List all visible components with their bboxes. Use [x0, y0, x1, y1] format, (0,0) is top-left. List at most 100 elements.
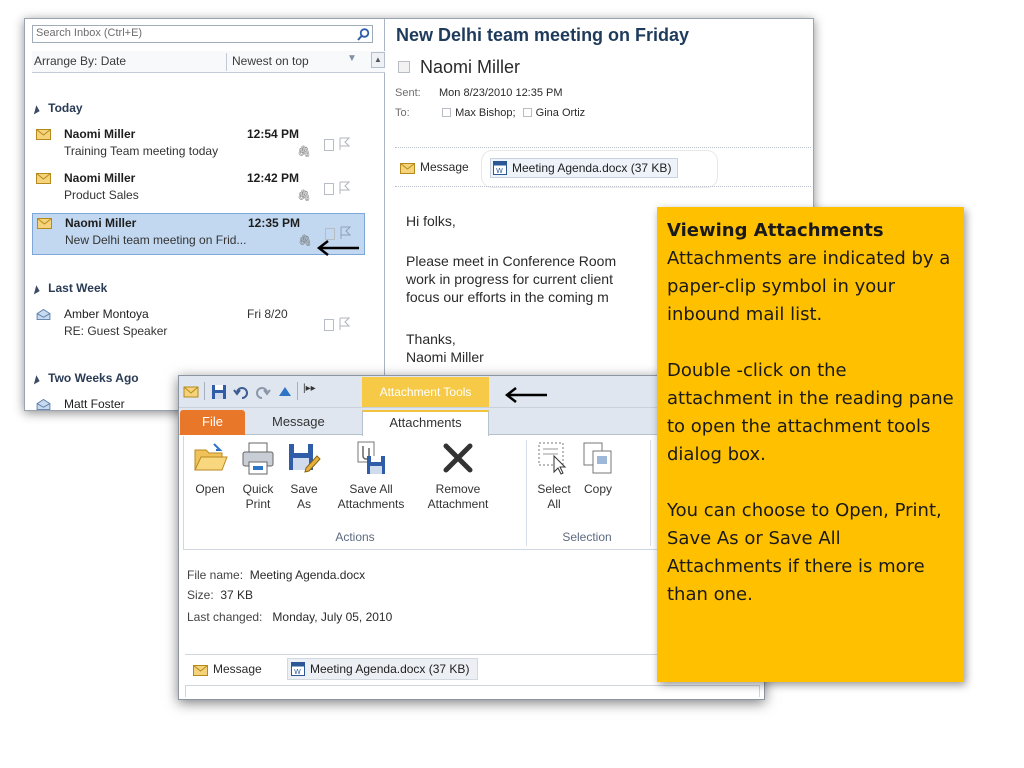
recipient-presence-box [522, 108, 532, 117]
message-tab[interactable]: Message [400, 160, 469, 174]
copy-icon [583, 442, 612, 474]
mail-sender: Matt Foster [64, 397, 125, 411]
message-sender[interactable]: Naomi Miller [420, 57, 520, 78]
printer-icon [242, 442, 274, 475]
select-all-button[interactable]: Select All [534, 440, 574, 512]
search-icon[interactable] [357, 28, 370, 41]
open-envelope-icon [36, 309, 51, 320]
open-envelope-icon [36, 399, 51, 410]
quick-print-button[interactable]: Quick Print [236, 440, 280, 512]
group-header-last-week[interactable]: ◢ Last Week [30, 281, 107, 295]
redo-icon[interactable] [255, 384, 271, 400]
mail-time: 12:42 PM [247, 171, 300, 185]
body-line: Please meet in Conference Room [406, 253, 617, 269]
envelope-icon [36, 173, 51, 184]
instruction-callout: Viewing Attachments Attachments are indi… [657, 207, 964, 682]
divider [650, 440, 651, 546]
to-line: To: Max Bishop; Gina Ortiz [395, 107, 586, 119]
divider [395, 186, 811, 187]
search-input[interactable]: Search Inbox (Ctrl+E) [32, 25, 373, 43]
collapse-triangle-icon: ◢ [30, 104, 40, 115]
mail-subject: Training Team meeting today [64, 144, 219, 158]
copy-button[interactable]: Copy [578, 440, 618, 497]
sort-order-button[interactable]: Newest on top [232, 54, 309, 68]
group-header-today[interactable]: ◢ Today [30, 101, 82, 115]
flag-icon[interactable] [338, 137, 350, 151]
flag-icon[interactable] [338, 181, 350, 195]
word-document-icon: W [291, 662, 305, 676]
attachment-chip[interactable]: W Meeting Agenda.docx (37 KB) [287, 658, 479, 680]
body-signoff: Thanks, [406, 331, 456, 347]
attachment-chip[interactable]: W Meeting Agenda.docx (37 KB) [490, 158, 679, 178]
envelope-icon [36, 129, 51, 140]
message-subject: New Delhi team meeting on Friday [396, 25, 690, 45]
mail-item[interactable]: Naomi Miller 12:54 PM Training Team meet… [32, 125, 365, 167]
category-box[interactable] [325, 228, 335, 240]
mail-item[interactable]: Amber Montoya Fri 8/20 RE: Guest Speaker [32, 305, 365, 347]
divider [226, 53, 227, 71]
flag-icon[interactable] [338, 317, 350, 331]
tab-file[interactable]: File [180, 410, 245, 435]
envelope-icon [37, 218, 52, 229]
recipient[interactable]: Max Bishop; [455, 107, 516, 119]
body-signature: Naomi Miller [406, 349, 484, 365]
mail-subject: RE: Guest Speaker [64, 324, 168, 338]
select-all-icon [538, 442, 567, 475]
tab-message[interactable]: Message [272, 414, 325, 429]
save-as-button[interactable]: Save As [284, 440, 324, 512]
divider [297, 382, 298, 400]
group-header-two-weeks-ago[interactable]: ◢ Two Weeks Ago [30, 371, 138, 385]
category-box[interactable] [324, 319, 334, 331]
left-arrow-icon [316, 240, 359, 256]
divider [526, 440, 527, 546]
flag-icon[interactable] [339, 226, 351, 240]
chevron-down-icon[interactable]: ▼ [347, 53, 357, 64]
left-arrow-icon [504, 387, 547, 403]
size-line: Size: 37 KB [187, 588, 254, 602]
word-document-icon: W [493, 161, 507, 175]
message-tab[interactable]: Message [193, 662, 262, 676]
divider [204, 382, 205, 400]
recipient[interactable]: Gina Ortiz [536, 107, 586, 119]
scroll-up-button[interactable]: ▲ [371, 52, 385, 68]
mail-item[interactable]: Naomi Miller 12:42 PM Product Sales 🖇 [32, 169, 365, 211]
callout-paragraph: Double -click on the attachment in the r… [667, 360, 954, 465]
mail-time: 12:35 PM [248, 216, 301, 230]
paperclip-icon: 🖇 [297, 146, 311, 158]
save-icon[interactable] [211, 384, 227, 400]
remove-attachment-button[interactable]: Remove Attachment [416, 440, 500, 512]
mail-sender: Naomi Miller [64, 127, 136, 141]
mail-sender: Amber Montoya [64, 307, 149, 321]
paperclip-icon: 🖇 [297, 190, 311, 202]
tab-attachments[interactable]: Attachments [362, 410, 489, 436]
recipient-presence-box [442, 108, 452, 117]
paperclip-icon: 🖇 [298, 235, 312, 247]
sent-line: Sent: Mon 8/23/2010 12:35 PM [395, 87, 563, 99]
collapse-triangle-icon: ◢ [30, 374, 40, 385]
open-button[interactable]: Open [190, 440, 230, 497]
undo-icon[interactable] [233, 384, 249, 400]
envelope-icon [183, 386, 199, 398]
category-box[interactable] [324, 139, 334, 151]
more-commands-icon[interactable]: |▸▸ [303, 383, 316, 394]
remove-x-icon [443, 443, 473, 473]
svg-text:W: W [496, 167, 503, 175]
up-arrow-icon[interactable] [277, 384, 293, 400]
save-all-attachments-button[interactable]: Save All Attachments [328, 440, 414, 512]
arrange-by-button[interactable]: Arrange By: Date [34, 54, 126, 68]
file-name-line: File name: Meeting Agenda.docx [187, 568, 366, 582]
callout-paragraph: You can choose to Open, Print, Save As o… [667, 500, 942, 605]
arrange-bar: Arrange By: Date Newest on top ▼ ▲ [32, 51, 385, 73]
mail-time: Fri 8/20 [247, 307, 288, 321]
mail-time: 12:54 PM [247, 127, 300, 141]
mail-subject: New Delhi team meeting on Frid... [65, 233, 247, 247]
search-placeholder: Search Inbox (Ctrl+E) [36, 27, 143, 39]
message-body-area[interactable] [185, 685, 760, 697]
category-box[interactable] [324, 183, 334, 195]
group-label-selection: Selection [562, 530, 612, 544]
body-greeting: Hi folks, [406, 213, 456, 229]
callout-title: Viewing Attachments [667, 220, 884, 241]
svg-text:W: W [294, 668, 301, 676]
mail-sender: Naomi Miller [64, 171, 136, 185]
envelope-icon [400, 163, 415, 174]
